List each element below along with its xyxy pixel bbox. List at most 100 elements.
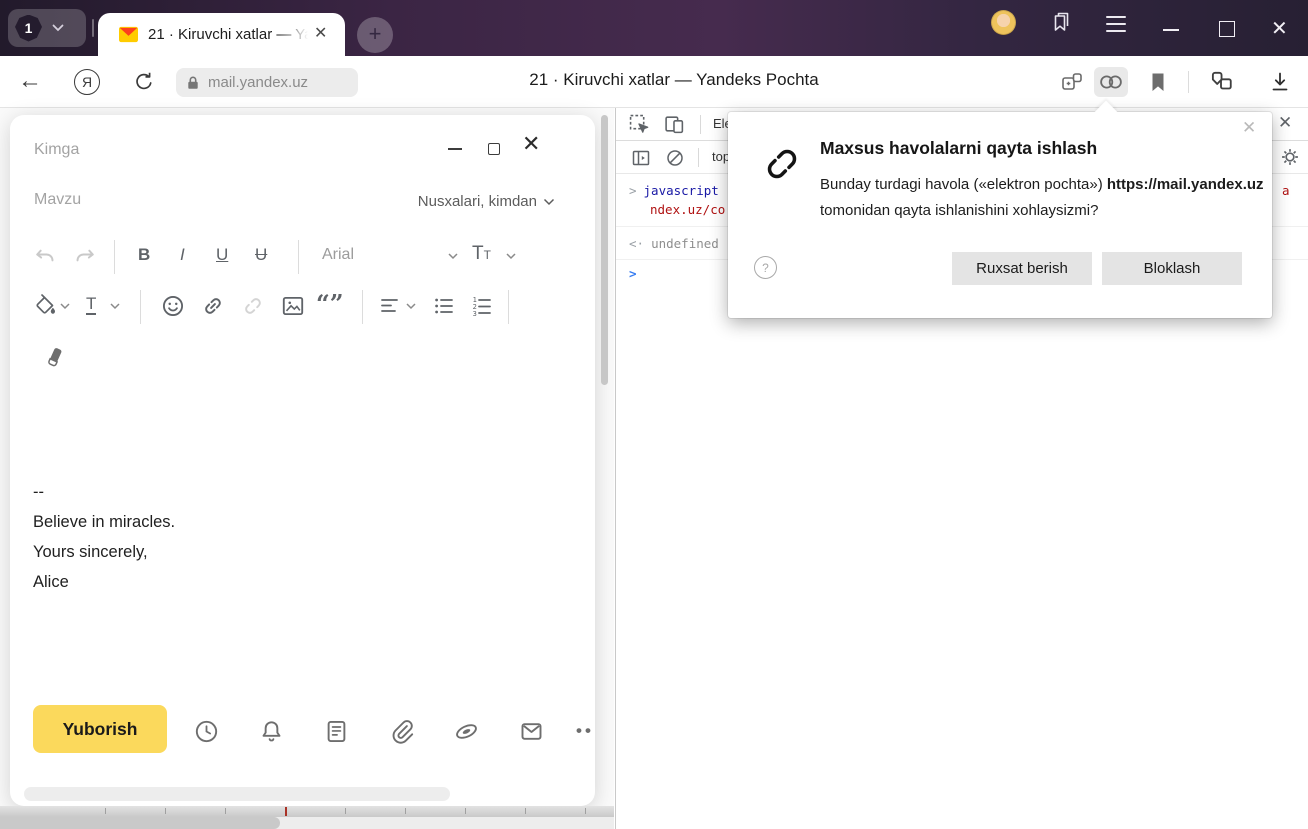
emoji-icon[interactable] — [160, 293, 186, 319]
clear-format-icon[interactable] — [42, 345, 68, 371]
console-overflow-text: a — [1282, 183, 1290, 198]
gear-icon[interactable] — [1280, 147, 1300, 167]
text-color-button[interactable]: T — [86, 294, 97, 315]
compose-close-button[interactable]: ✕ — [522, 131, 540, 157]
devtools-close-button[interactable]: ✕ — [1278, 113, 1292, 133]
new-tab-button[interactable]: + — [357, 17, 393, 53]
popup-close-icon[interactable]: ✕ — [1242, 118, 1256, 138]
device-toolbar-icon[interactable] — [664, 114, 685, 135]
page-horizontal-scrollbar[interactable] — [0, 817, 614, 829]
block-button[interactable]: Bloklash — [1102, 252, 1242, 285]
window-close-button[interactable]: ✕ — [1271, 16, 1288, 41]
numbered-list-icon[interactable]: 1 2 3 — [470, 294, 494, 318]
input-chevron: > — [629, 183, 637, 198]
browser-toolbar: ← Я mail.yandex.uz 21 · Kiruvchi xatlar … — [0, 56, 1308, 108]
bold-button[interactable]: B — [138, 245, 150, 265]
download-icon[interactable] — [1268, 70, 1292, 94]
italic-button[interactable]: I — [180, 245, 185, 265]
devtools-divider — [700, 115, 701, 134]
send-button[interactable]: Yuborish — [33, 705, 167, 753]
clear-console-icon[interactable] — [665, 148, 685, 168]
signature-line: Yours sincerely, — [33, 543, 148, 561]
insert-image-icon[interactable] — [280, 293, 306, 319]
chevron-down-icon[interactable] — [60, 303, 70, 310]
chevron-down-icon[interactable] — [110, 303, 120, 310]
signature-line: Believe in miracles. — [33, 513, 176, 531]
tab-count-badge: 1 — [15, 14, 42, 42]
inspect-element-icon[interactable] — [629, 114, 650, 135]
chevron-down-icon[interactable] — [52, 24, 64, 32]
popup-body: Bunday turdagi havola («elektron pochta»… — [820, 172, 1278, 224]
format-toolbar-row2: T “” 1 2 3 — [10, 287, 595, 327]
schedule-send-icon[interactable] — [193, 718, 220, 745]
subject-field[interactable]: Mavzu — [34, 191, 81, 209]
protocol-handler-popup: Maxsus havolalarni qayta ishlash Bunday … — [728, 100, 1272, 318]
browser-titlebar: 1 21 · Kiruvchi xatlar — Ya ✕ + ✕ — [0, 0, 1308, 56]
chevron-down-icon[interactable] — [448, 253, 458, 260]
cc-from-label: Nusxalari, kimdan — [417, 193, 537, 210]
result-arrow: <· — [629, 235, 645, 251]
tab-title: 21 · Kiruvchi xatlar — Ya — [148, 26, 308, 43]
help-icon[interactable]: ? — [754, 256, 777, 279]
cc-from-toggle[interactable]: Nusxalari, kimdan — [418, 193, 555, 210]
bookmark-icon[interactable] — [1146, 70, 1170, 94]
bullet-list-icon[interactable] — [432, 294, 456, 318]
more-actions-button[interactable]: •• — [576, 721, 594, 741]
to-field[interactable]: Kimga — [34, 141, 79, 159]
font-size-select[interactable]: TT — [472, 243, 491, 265]
svg-text:3: 3 — [473, 310, 477, 318]
toolbar-divider — [508, 290, 509, 324]
toolbar-divider — [298, 240, 299, 274]
toolbar-divider — [362, 290, 363, 324]
allow-button[interactable]: Ruxsat berish — [952, 252, 1092, 285]
attach-from-disk-icon[interactable] — [453, 718, 480, 745]
link-icon — [767, 149, 797, 179]
attach-from-mail-icon[interactable] — [518, 718, 545, 745]
compose-scrollbar[interactable] — [24, 787, 450, 801]
insert-link-icon[interactable] — [200, 293, 226, 319]
toolbar-divider — [1188, 71, 1189, 93]
strikethrough-button[interactable]: U — [255, 245, 267, 265]
special-link-button[interactable] — [1094, 67, 1128, 97]
compose-restore-button[interactable] — [488, 143, 500, 155]
avatar[interactable] — [991, 10, 1016, 35]
quote-icon[interactable]: “” — [316, 289, 344, 318]
t-large: T — [472, 243, 484, 264]
collections-icon[interactable] — [1208, 69, 1234, 95]
page-vertical-scrollbar[interactable] — [601, 115, 608, 385]
notify-icon[interactable] — [258, 718, 285, 745]
signature-line: -- — [33, 483, 44, 501]
message-body[interactable]: -- Believe in miracles. Yours sincerely,… — [33, 477, 175, 597]
popup-title: Maxsus havolalarni qayta ishlash — [820, 138, 1098, 158]
attach-file-icon[interactable] — [388, 718, 415, 745]
font-family-select[interactable]: Arial — [322, 246, 354, 264]
redo-icon[interactable] — [72, 244, 98, 270]
active-tab[interactable]: 21 · Kiruvchi xatlar — Ya ✕ — [98, 13, 345, 56]
tab-close-icon[interactable]: ✕ — [314, 23, 327, 43]
tab-counter[interactable]: 1 — [8, 9, 86, 47]
page-content: Kimga ✕ Mavzu Nusxalari, kimdan B I U U — [0, 108, 614, 829]
window-maximize-button[interactable] — [1219, 21, 1235, 37]
fill-color-icon[interactable] — [32, 293, 58, 319]
signature-line: Alice — [33, 573, 69, 591]
compose-minimize-button[interactable] — [448, 148, 462, 151]
align-icon[interactable] — [378, 294, 402, 318]
chevron-down-icon[interactable] — [506, 253, 516, 260]
split-screen-icon[interactable] — [1060, 70, 1084, 94]
chevron-down-icon[interactable] — [406, 303, 416, 310]
popup-body-text: tomonidan qayta ishlanishini xohlaysizmi… — [820, 202, 1099, 219]
devtools-divider — [698, 148, 699, 167]
menu-icon[interactable] — [1105, 15, 1127, 33]
console-sidebar-icon[interactable] — [631, 148, 651, 168]
remove-link-icon[interactable] — [240, 293, 266, 319]
t-small: T — [483, 248, 491, 262]
bookmarks-panel-icon[interactable] — [1048, 10, 1072, 34]
undo-icon[interactable] — [32, 244, 58, 270]
popup-body-text: Bunday turdagi havola («elektron pochta»… — [820, 176, 1107, 193]
template-icon[interactable] — [323, 718, 350, 745]
underline-button[interactable]: U — [216, 245, 228, 265]
chevron-down-icon — [543, 198, 555, 205]
timeline-now-marker — [285, 807, 287, 816]
scrollbar-thumb[interactable] — [0, 817, 280, 829]
window-minimize-button[interactable] — [1163, 29, 1179, 31]
